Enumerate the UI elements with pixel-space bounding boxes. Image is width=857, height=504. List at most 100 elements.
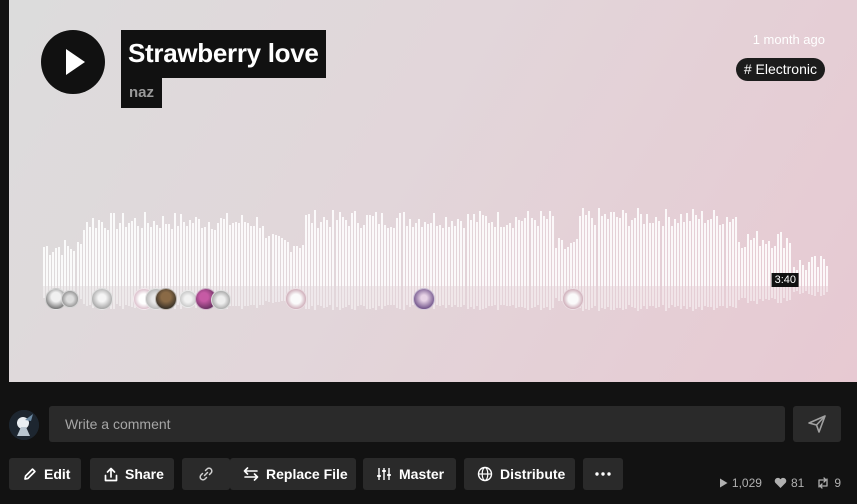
waveform-bar: [573, 242, 576, 286]
repost-count[interactable]: 9: [816, 476, 841, 490]
waveform-bar: [423, 222, 426, 286]
waveform-reflection-bar: [408, 286, 411, 307]
comment-avatar[interactable]: [285, 288, 307, 310]
waveform-bar: [439, 225, 442, 286]
waveform-bar: [691, 209, 694, 286]
waveform-bar: [262, 226, 265, 286]
waveform-reflection-bar: [698, 286, 701, 307]
waveform-bar: [180, 214, 183, 286]
waveform-reflection-bar: [688, 286, 691, 307]
waveform-bar: [344, 220, 347, 286]
comment-avatar[interactable]: [413, 288, 435, 310]
send-comment-button[interactable]: [793, 406, 841, 442]
artist-link[interactable]: naz: [121, 78, 163, 108]
waveform-bar: [271, 234, 274, 286]
waveform-reflection-bar: [591, 286, 594, 308]
waveform-reflection-bar: [554, 286, 557, 298]
play-button[interactable]: [41, 30, 105, 94]
more-options-button[interactable]: [583, 458, 623, 490]
waveform-bar: [597, 208, 600, 286]
share-button[interactable]: Share: [90, 458, 174, 490]
distribute-button[interactable]: Distribute: [464, 458, 575, 490]
waveform-bar: [606, 219, 609, 286]
waveform-bar: [737, 242, 740, 286]
waveform-bar: [250, 226, 253, 286]
waveform-reflection-bar: [646, 286, 649, 309]
waveform-bar: [399, 213, 402, 286]
waveform-reflection-bar: [442, 286, 445, 305]
comment-avatar[interactable]: [155, 288, 177, 310]
waveform-bar: [637, 208, 640, 286]
waveform-reflection-bar: [256, 286, 259, 308]
waveform-bar: [55, 248, 58, 286]
waveform-bar: [158, 228, 161, 286]
waveform-reflection-bar: [600, 286, 603, 308]
waveform-bar: [548, 211, 551, 286]
waveform-bar: [673, 219, 676, 286]
master-label: Master: [399, 466, 445, 482]
replace-file-button[interactable]: Replace File: [230, 458, 356, 490]
waveform-reflection-bar: [634, 286, 637, 308]
comment-avatar[interactable]: [562, 288, 584, 310]
waveform-bar: [359, 228, 362, 286]
waveform-reflection-bar: [439, 286, 442, 306]
waveform-reflection-bar: [548, 286, 551, 310]
waveform-reflection-bar: [807, 286, 810, 294]
waveform-reflection-bar: [381, 286, 384, 309]
waveform-bar: [341, 217, 344, 286]
waveform-reflection-bar: [771, 286, 774, 298]
waveform-reflection-bar: [119, 286, 122, 306]
waveform-bar: [816, 267, 819, 286]
waveform-reflection-bar: [317, 286, 320, 305]
waveform-bar: [460, 221, 463, 286]
share-icon: [104, 467, 118, 481]
waveform-bar: [143, 212, 146, 286]
waveform-reflection-bar: [238, 286, 240, 306]
comment-avatar[interactable]: [61, 290, 79, 308]
waveform-bar: [823, 259, 825, 286]
waveform-bar: [125, 227, 128, 286]
waveform-reflection-bar: [594, 286, 597, 306]
comment-avatar[interactable]: [91, 288, 113, 310]
copy-link-button[interactable]: [182, 458, 230, 490]
like-count[interactable]: 81: [774, 476, 804, 490]
waveform-bar: [579, 216, 582, 286]
master-button[interactable]: Master: [363, 458, 456, 490]
waveform-reflection-bar: [405, 286, 408, 305]
waveform-reflection-bar: [777, 286, 780, 303]
waveform-reflection-bar: [387, 286, 390, 305]
waveform-bar: [457, 219, 460, 286]
waveform-reflection-bar: [487, 286, 490, 306]
waveform-bar: [365, 215, 368, 286]
waveform-bar: [323, 217, 326, 286]
waveform-reflection-bar: [359, 286, 362, 305]
waveform-bar: [207, 222, 210, 286]
edit-button[interactable]: Edit: [9, 458, 81, 490]
comment-input[interactable]: [49, 406, 785, 442]
waveform-reflection-bar: [393, 286, 396, 305]
waveform-bar: [378, 224, 381, 286]
waveform-bar: [186, 226, 189, 286]
waveform-bar: [618, 218, 621, 286]
waveform-bar: [113, 213, 116, 286]
waveform-bar: [539, 211, 542, 286]
waveform-bar: [110, 213, 113, 286]
waveform-bar: [231, 223, 234, 286]
comment-avatar[interactable]: [211, 290, 231, 310]
waveform-bar: [768, 241, 771, 286]
waveform-bar: [204, 227, 207, 286]
waveform-reflection-bar: [631, 286, 634, 307]
waveform-bar: [640, 214, 643, 286]
waveform-reflection-bar: [722, 286, 725, 306]
waveform-reflection-bar: [378, 286, 381, 306]
waveform-reflection-bar: [515, 286, 518, 308]
waveform-bar: [213, 230, 216, 286]
genre-tag[interactable]: # Electronic: [735, 58, 825, 81]
waveform-bar: [82, 230, 85, 286]
heart-icon: [774, 477, 787, 488]
waveform-bar: [119, 223, 122, 286]
waveform-bar: [426, 224, 429, 286]
waveform-bar: [667, 217, 670, 286]
waveform-reflection-bar: [521, 286, 524, 307]
waveform-bar: [149, 227, 152, 286]
